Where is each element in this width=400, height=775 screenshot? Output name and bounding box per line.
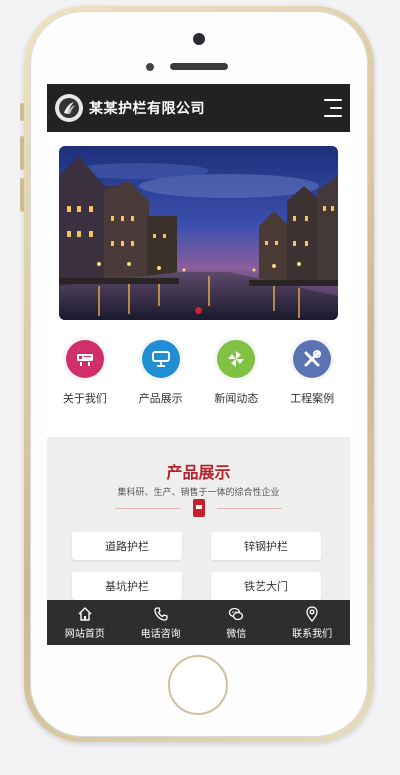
sensor (146, 63, 154, 71)
front-camera (193, 33, 205, 45)
site-title[interactable]: 某某护栏有限公司 (89, 98, 322, 118)
nav-label: 电话咨询 (140, 628, 181, 640)
side-button (20, 178, 24, 212)
product-category-button[interactable]: 道路护栏 (72, 532, 182, 560)
earpiece-speaker (170, 63, 228, 70)
banner-image (59, 146, 338, 320)
nav-item-phone[interactable]: 电话咨询 (123, 600, 199, 645)
bottom-nav: 网站首页 电话咨询 微信 联系我们 (47, 600, 350, 645)
quick-link-about[interactable]: 关于我们 (53, 340, 117, 406)
nav-item-home[interactable]: 网站首页 (47, 600, 123, 645)
quick-link-label: 产品展示 (138, 392, 183, 405)
section-mark-icon (193, 499, 205, 517)
nav-label: 联系我们 (292, 628, 333, 640)
menu-icon[interactable] (322, 99, 342, 117)
banner-pagination (59, 307, 338, 314)
product-category-button[interactable]: 锌钢护栏 (211, 532, 321, 560)
divider (115, 508, 180, 509)
tools-icon (293, 340, 332, 378)
quick-link-label: 新闻动态 (214, 392, 259, 405)
phone-icon (153, 606, 168, 621)
home-icon (78, 606, 92, 621)
router-icon (65, 340, 104, 378)
quick-link-label: 工程案例 (290, 392, 335, 405)
quick-link-news[interactable]: 新闻动态 (204, 340, 268, 406)
location-icon (306, 605, 318, 622)
site-header: 某某护栏有限公司 (47, 84, 350, 132)
quick-link-products[interactable]: 产品展示 (129, 340, 193, 406)
divider (217, 508, 282, 509)
product-category-button[interactable]: 基坑护栏 (72, 572, 182, 600)
quick-links: 关于我们 产品展示 新闻动态 工程案例 (47, 340, 350, 406)
wechat-icon (229, 607, 244, 620)
nav-item-wechat[interactable]: 微信 (199, 600, 275, 645)
side-button (20, 103, 24, 121)
pinwheel-icon (217, 340, 256, 378)
side-button (20, 136, 24, 170)
section-title: 产品展示 (166, 463, 231, 482)
monitor-icon (141, 340, 180, 378)
logo-icon[interactable] (55, 94, 83, 122)
home-button[interactable] (168, 655, 228, 715)
section-subtitle: 集科研、生产、销售于一体的综合性企业 (117, 488, 280, 498)
slide-dot[interactable] (195, 307, 202, 314)
banner-slider[interactable] (59, 146, 338, 320)
nav-label: 网站首页 (64, 628, 105, 640)
nav-item-contact[interactable]: 联系我们 (274, 600, 350, 645)
product-category-button[interactable]: 铁艺大门 (211, 572, 321, 600)
quick-link-cases[interactable]: 工程案例 (280, 340, 344, 406)
quick-link-label: 关于我们 (62, 392, 107, 405)
phone-screen: 某某护栏有限公司 关于我们 产品展示 新闻动态 工程案例 产品展示 集科研、生产… (47, 84, 350, 645)
nav-label: 微信 (226, 628, 247, 640)
